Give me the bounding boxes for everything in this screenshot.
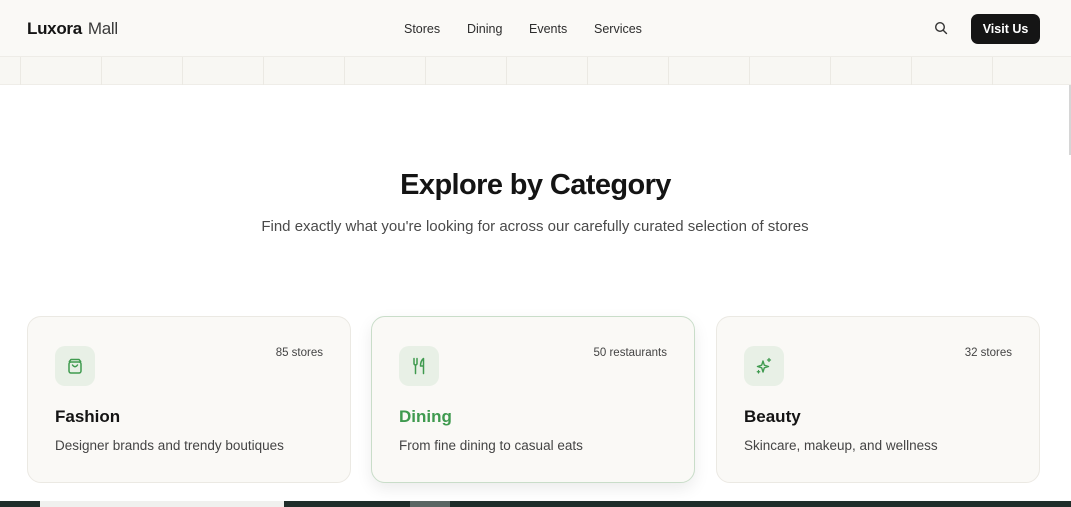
shopping-bag-icon [55,346,95,386]
nav-dining[interactable]: Dining [467,20,502,38]
category-description: Designer brands and trendy boutiques [55,438,284,453]
category-card-fashion[interactable]: 85 stores Fashion Designer brands and tr… [27,316,351,483]
hero-image-strip [0,57,1071,85]
category-title: Dining [399,407,452,426]
category-title: Beauty [744,407,801,426]
visit-us-button[interactable]: Visit Us [971,14,1040,44]
category-description: Skincare, makeup, and wellness [744,438,938,453]
main-nav: Stores Dining Events Services [0,20,1071,38]
nav-events[interactable]: Events [529,20,567,38]
category-card-beauty[interactable]: 32 stores Beauty Skincare, makeup, and w… [716,316,1040,483]
category-title: Fashion [55,407,121,426]
nav-services[interactable]: Services [594,20,642,38]
section-title: Explore by Category [400,169,671,201]
sparkles-icon [744,346,784,386]
next-section-edge [0,501,1071,507]
section-subtitle: Find exactly what you're looking for acr… [261,218,809,235]
search-icon[interactable] [934,21,950,37]
store-count: 85 stores [275,347,323,359]
restaurant-count: 50 restaurants [593,347,667,359]
nav-stores[interactable]: Stores [404,20,440,38]
category-card-dining[interactable]: 50 restaurants Dining From fine dining t… [371,316,695,483]
category-description: From fine dining to casual eats [399,438,583,453]
store-count: 32 stores [964,347,1012,359]
utensils-icon [399,346,439,386]
site-header: Luxora Mall Stores Dining Events Services… [0,0,1071,57]
